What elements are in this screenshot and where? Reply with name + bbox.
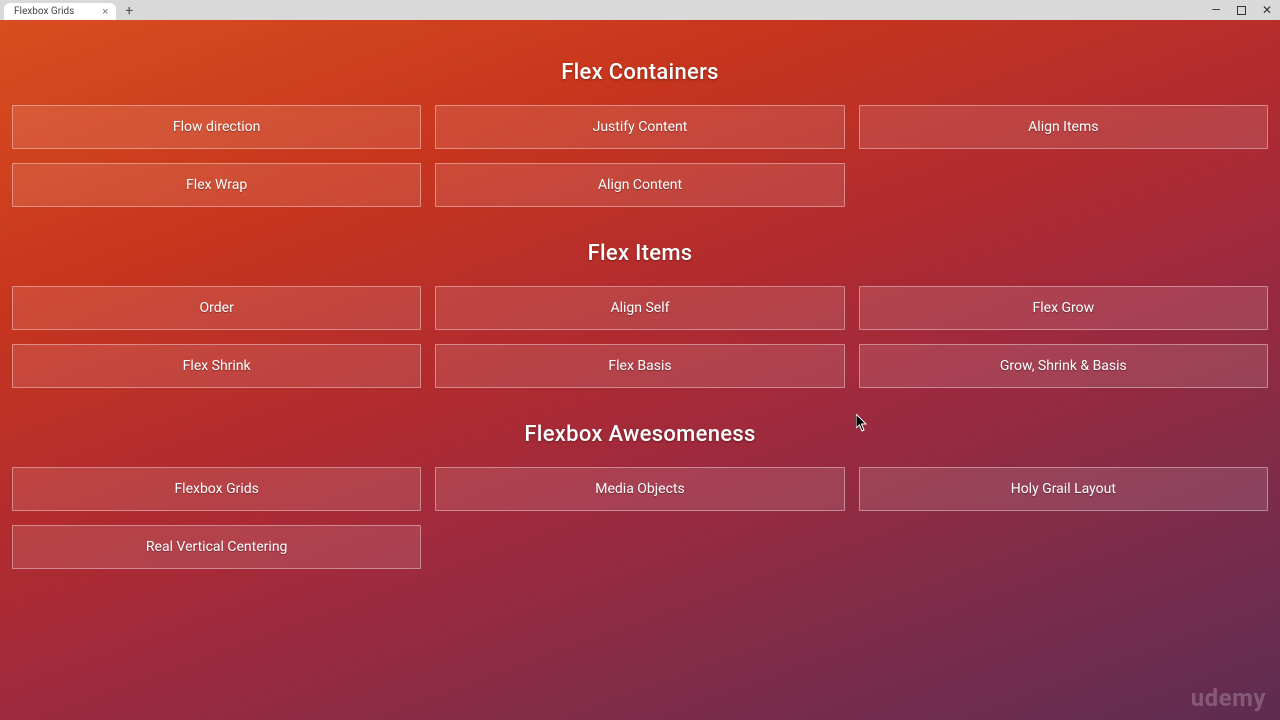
card-label: Flex Shrink bbox=[183, 358, 251, 374]
card-label: Grow, Shrink & Basis bbox=[1000, 358, 1127, 374]
card-label: Align Items bbox=[1028, 119, 1098, 135]
window-titlebar: Flexbox Grids × + — ✕ bbox=[0, 0, 1280, 20]
section-flex-containers: Flex Containers Flow direction Justify C… bbox=[10, 60, 1270, 207]
card-justify-content[interactable]: Justify Content bbox=[435, 105, 844, 149]
card-grow-shrink-basis[interactable]: Grow, Shrink & Basis bbox=[859, 344, 1268, 388]
card-label: Order bbox=[200, 300, 234, 316]
card-flow-direction[interactable]: Flow direction bbox=[12, 105, 421, 149]
section-flex-items: Flex Items Order Align Self Flex Grow Fl… bbox=[10, 241, 1270, 388]
section-title: Flexbox Awesomeness bbox=[10, 422, 1270, 447]
section-title: Flex Containers bbox=[10, 60, 1270, 85]
card-label: Flex Grow bbox=[1033, 300, 1095, 316]
grid-flex-containers: Flow direction Justify Content Align Ite… bbox=[10, 105, 1270, 207]
card-align-self[interactable]: Align Self bbox=[435, 286, 844, 330]
section-title: Flex Items bbox=[10, 241, 1270, 266]
grid-flex-items: Order Align Self Flex Grow Flex Shrink F… bbox=[10, 286, 1270, 388]
browser-tabs: Flexbox Grids × + bbox=[0, 0, 138, 20]
card-label: Align Content bbox=[598, 177, 682, 193]
card-flex-basis[interactable]: Flex Basis bbox=[435, 344, 844, 388]
card-real-vertical-centering[interactable]: Real Vertical Centering bbox=[12, 525, 421, 569]
card-align-items[interactable]: Align Items bbox=[859, 105, 1268, 149]
page-viewport: Flex Containers Flow direction Justify C… bbox=[0, 20, 1280, 720]
card-label: Flex Basis bbox=[608, 358, 671, 374]
card-media-objects[interactable]: Media Objects bbox=[435, 467, 844, 511]
tab-title: Flexbox Grids bbox=[14, 6, 74, 17]
maximize-icon[interactable] bbox=[1237, 6, 1246, 15]
card-label: Holy Grail Layout bbox=[1011, 481, 1116, 497]
card-order[interactable]: Order bbox=[12, 286, 421, 330]
close-window-icon[interactable]: ✕ bbox=[1260, 3, 1274, 17]
window-controls: — ✕ bbox=[1209, 3, 1274, 17]
card-label: Media Objects bbox=[595, 481, 684, 497]
card-label: Flexbox Grids bbox=[174, 481, 258, 497]
card-label: Align Self bbox=[610, 300, 669, 316]
card-holy-grail-layout[interactable]: Holy Grail Layout bbox=[859, 467, 1268, 511]
new-tab-button[interactable]: + bbox=[120, 2, 138, 20]
section-flexbox-awesomeness: Flexbox Awesomeness Flexbox Grids Media … bbox=[10, 422, 1270, 569]
card-label: Flex Wrap bbox=[186, 177, 247, 193]
card-flex-wrap[interactable]: Flex Wrap bbox=[12, 163, 421, 207]
card-align-content[interactable]: Align Content bbox=[435, 163, 844, 207]
card-label: Real Vertical Centering bbox=[146, 539, 287, 555]
browser-tab-active[interactable]: Flexbox Grids × bbox=[4, 3, 116, 20]
watermark: udemy bbox=[1191, 684, 1266, 712]
card-label: Justify Content bbox=[593, 119, 688, 135]
card-flex-shrink[interactable]: Flex Shrink bbox=[12, 344, 421, 388]
card-flexbox-grids[interactable]: Flexbox Grids bbox=[12, 467, 421, 511]
grid-flexbox-awesomeness: Flexbox Grids Media Objects Holy Grail L… bbox=[10, 467, 1270, 569]
close-icon[interactable]: × bbox=[102, 6, 108, 17]
card-label: Flow direction bbox=[173, 119, 261, 135]
card-flex-grow[interactable]: Flex Grow bbox=[859, 286, 1268, 330]
minimize-icon[interactable]: — bbox=[1209, 3, 1223, 17]
